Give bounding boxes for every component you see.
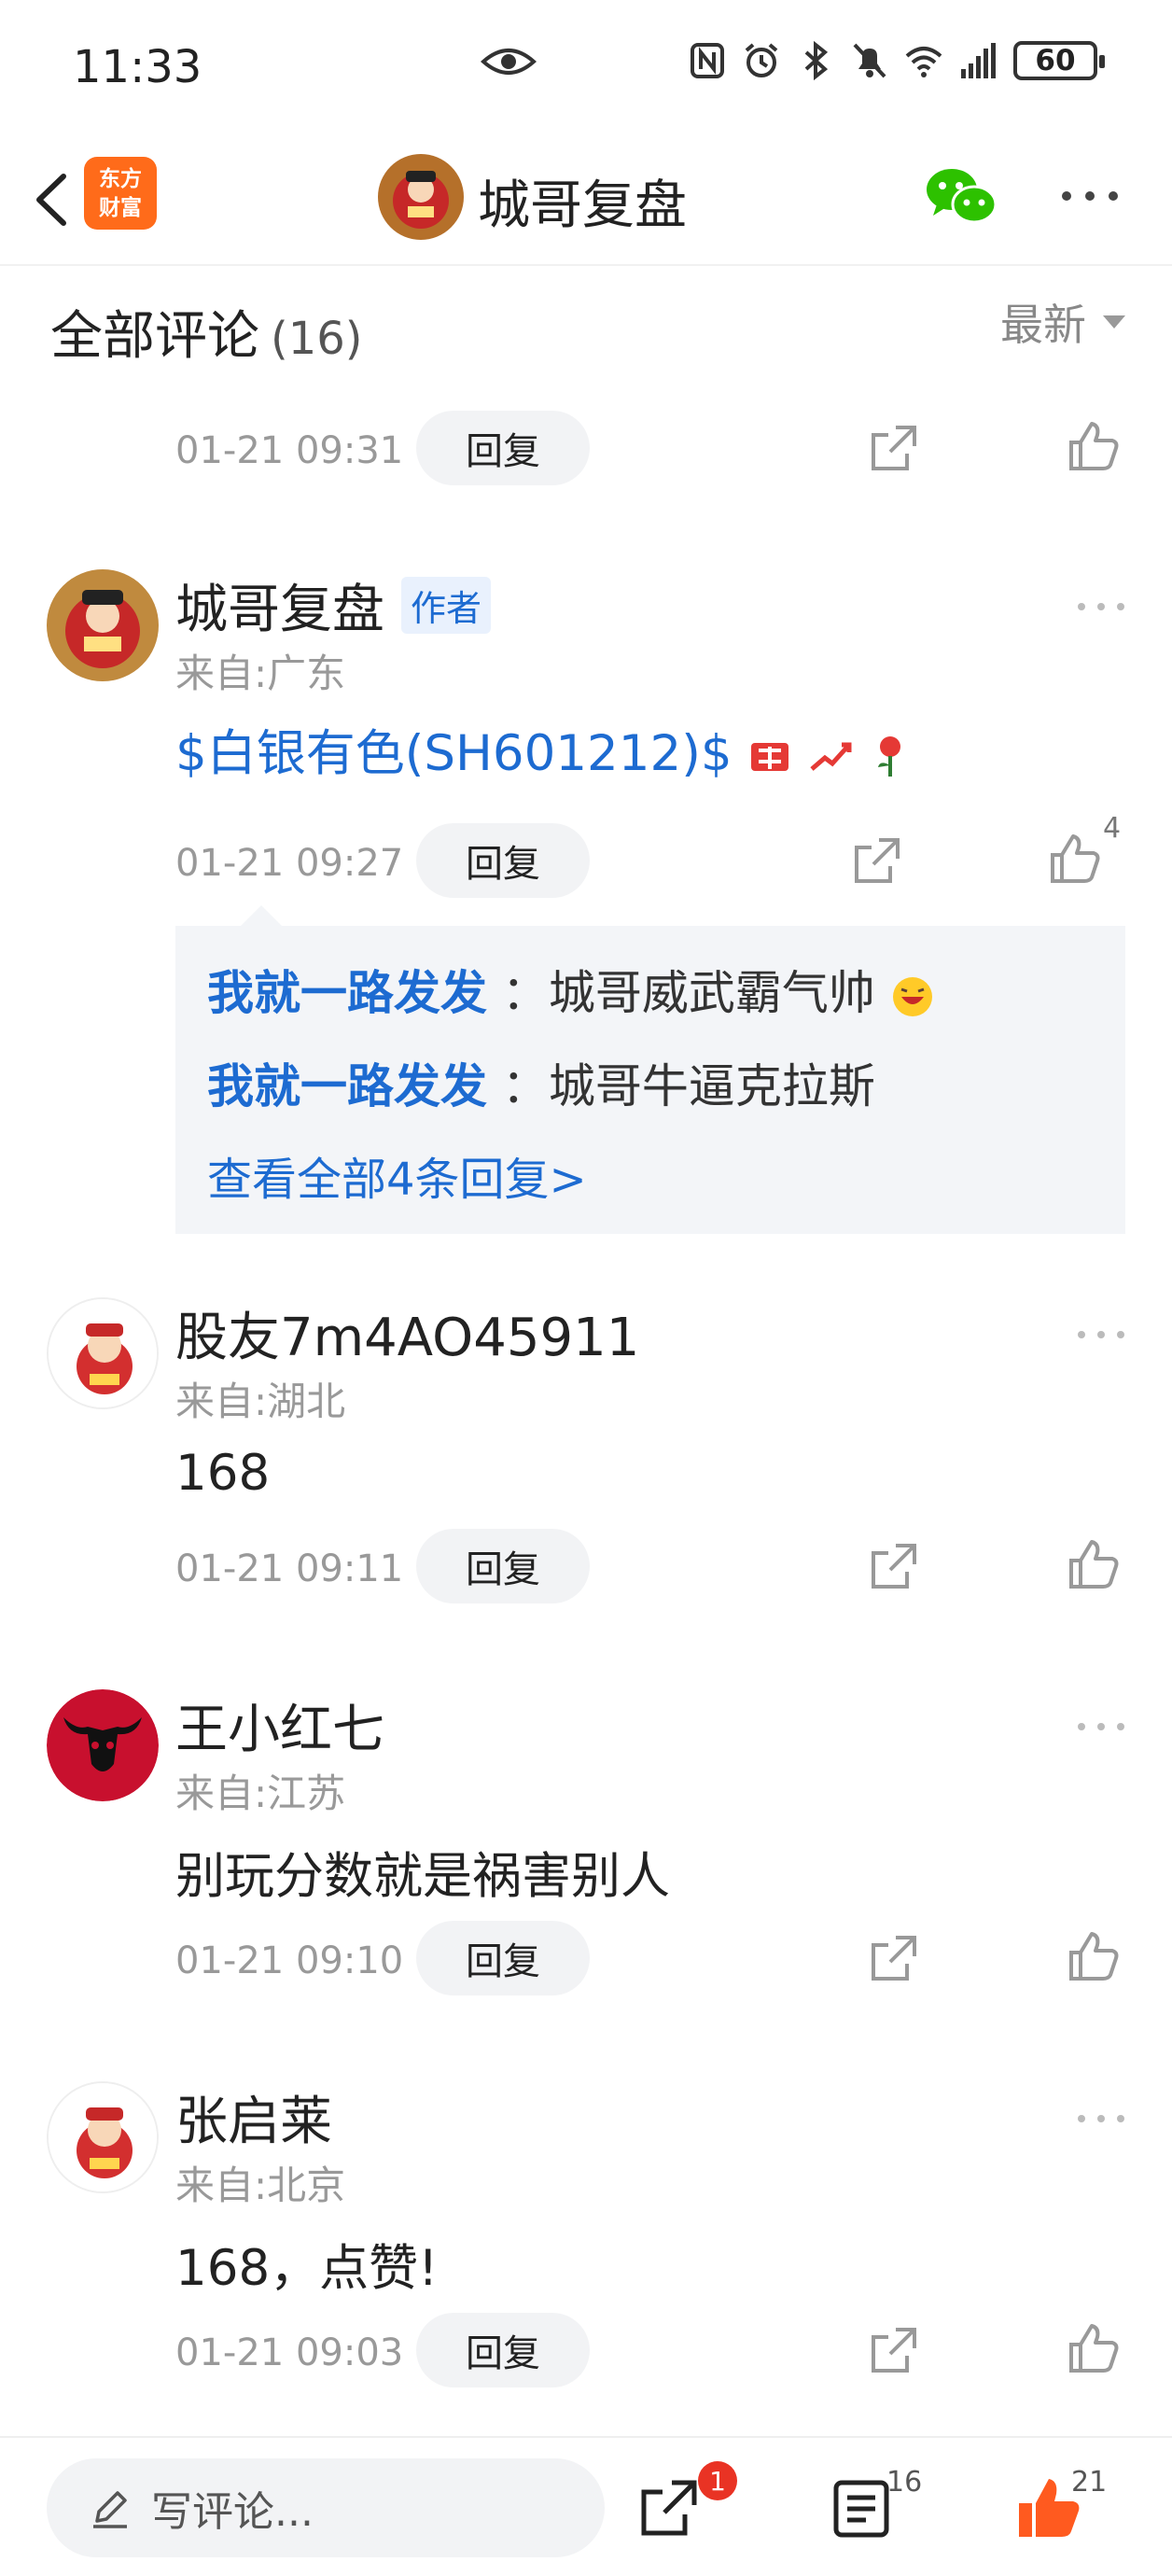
fortune-god-avatar-icon [49, 1299, 157, 1407]
reply-item[interactable]: 我就一路发发 ：城哥牛逼克拉斯 [207, 1049, 875, 1116]
avatar[interactable] [47, 569, 159, 681]
eye-icon [481, 49, 537, 75]
comment-author[interactable]: 张启莱 [175, 2079, 332, 2155]
comments-header: 全部评论 (16) 最新 [0, 271, 1172, 383]
status-bar: 11:33 60 [0, 0, 1172, 135]
comments-list-icon[interactable] [829, 2475, 894, 2541]
share-icon[interactable] [868, 422, 920, 474]
reply-button[interactable]: 回复 [416, 1529, 590, 1603]
comment-time: 01-21 09:03 [175, 2331, 404, 2374]
bottom-action-bar: 写评论... 1 16 21 [0, 2436, 1172, 2576]
comment-time: 01-21 09:27 [175, 842, 404, 885]
view-all-replies-link[interactable]: 查看全部4条回复> [207, 1142, 587, 1208]
fortune-god-avatar-icon [49, 2083, 157, 2191]
comments-title: 全部评论 (16) [50, 306, 363, 367]
reply-text: ：城哥牛逼克拉斯 [501, 1059, 875, 1113]
reply-button[interactable]: 回复 [416, 1921, 590, 1995]
header-avatar[interactable] [378, 154, 464, 240]
pencil-icon [93, 2491, 127, 2528]
comment-location: 来自:江苏 [175, 1771, 346, 1816]
share-icon[interactable] [868, 2324, 920, 2376]
reply-text: ：城哥威武霸气帅 [501, 966, 875, 1020]
app-logo[interactable]: 东方 财富 [84, 157, 157, 230]
comment-author[interactable]: 王小红七 [175, 1687, 384, 1763]
comment-time: 01-21 09:11 [175, 1547, 404, 1590]
like-icon[interactable] [1067, 420, 1120, 472]
comment-location: 来自:广东 [175, 651, 346, 696]
chevron-down-icon [1103, 315, 1125, 329]
comment-item: 01-21 09:31 回复 [0, 411, 1172, 513]
comment-author[interactable]: 股友7m4AO45911 [175, 1295, 639, 1371]
more-icon[interactable] [1075, 597, 1127, 616]
nfc-icon [691, 43, 724, 78]
header-title[interactable]: 城哥复盘 [478, 163, 687, 239]
back-icon[interactable] [22, 158, 78, 242]
share-icon[interactable] [868, 1540, 920, 1592]
like-count: 4 [1103, 812, 1122, 845]
share-icon[interactable] [636, 2475, 702, 2541]
reply-item[interactable]: 我就一路发发 ：城哥威武霸气帅 [207, 956, 935, 1023]
comment-text[interactable]: 别玩分数就是祸害别人 [175, 1837, 670, 1908]
avatar[interactable] [47, 1689, 159, 1801]
bull-logo-avatar-icon [47, 1689, 159, 1801]
comment-location: 来自:湖北 [175, 1379, 346, 1424]
comment-placeholder: 写评论... [151, 2488, 314, 2536]
like-icon[interactable] [1067, 1538, 1120, 1590]
wifi-icon [905, 47, 942, 77]
buy-emoji-icon [751, 743, 789, 772]
replies-block: 我就一路发发 ：城哥威武霸气帅 我就一路发发 ：城哥牛逼克拉斯 查看全部4条回复… [175, 905, 1125, 1234]
wechat-share-icon[interactable] [924, 163, 998, 231]
comment-text[interactable]: 168，点赞! [175, 2229, 438, 2300]
rose-emoji-icon [878, 736, 901, 777]
share-badge: 1 [698, 2461, 737, 2500]
reply-user[interactable]: 我就一路发发 [207, 1059, 487, 1113]
battery-indicator: 60 [1013, 41, 1105, 80]
app-header: 城哥复盘 [0, 135, 1172, 266]
comment-input[interactable]: 写评论... [47, 2458, 605, 2557]
signal-icon [961, 43, 996, 78]
comment-item: 股友7m4AO45911 来自:湖北 168 01-21 09:11 回复 [0, 1288, 1172, 1624]
more-icon[interactable] [1075, 2109, 1127, 2128]
author-badge: 作者 [401, 577, 492, 634]
like-icon[interactable] [1067, 2322, 1120, 2374]
laughing-emoji-icon [892, 976, 932, 1016]
trend-up-emoji-icon [810, 742, 852, 772]
share-icon[interactable] [851, 834, 903, 887]
fortune-god-avatar-icon [378, 154, 464, 240]
bluetooth-icon [804, 41, 829, 80]
comment-time: 01-21 09:10 [175, 1939, 404, 1982]
alarm-icon [745, 43, 778, 77]
comments-count: (16) [271, 313, 363, 365]
comment-item: 王小红七 来自:江苏 别玩分数就是祸害别人 01-21 09:10 回复 [0, 1680, 1172, 2016]
status-time: 11:33 [73, 41, 202, 93]
avatar[interactable] [47, 1297, 159, 1409]
status-icons: 60 [689, 41, 1105, 80]
reply-button[interactable]: 回复 [416, 411, 590, 485]
reply-user[interactable]: 我就一路发发 [207, 966, 487, 1020]
more-icon[interactable] [1075, 1717, 1127, 1736]
comment-text[interactable]: $白银有色(SH601212)$ [175, 714, 910, 785]
comment-author[interactable]: 城哥复盘 作者 [175, 567, 492, 643]
comment-item: 张启莱 来自:北京 168，点赞! 01-21 09:03 回复 [0, 2072, 1172, 2408]
mute-icon [853, 43, 886, 78]
comments-count: 16 [886, 2466, 923, 2499]
share-icon[interactable] [868, 1932, 920, 1984]
sort-dropdown[interactable]: 最新 [1000, 291, 1125, 353]
reply-button[interactable]: 回复 [416, 2313, 590, 2387]
more-icon[interactable] [1059, 182, 1121, 210]
like-icon[interactable] [1067, 1930, 1120, 1982]
comment-time: 01-21 09:31 [175, 429, 404, 472]
avatar[interactable] [47, 2081, 159, 2193]
reply-button[interactable]: 回复 [416, 823, 590, 898]
likes-count: 21 [1071, 2466, 1108, 2499]
fortune-god-avatar-icon [47, 569, 159, 681]
like-icon[interactable] [1049, 833, 1101, 885]
more-icon[interactable] [1075, 1325, 1127, 1344]
comment-location: 来自:北京 [175, 2163, 346, 2208]
comment-text[interactable]: 168 [175, 1445, 270, 1502]
